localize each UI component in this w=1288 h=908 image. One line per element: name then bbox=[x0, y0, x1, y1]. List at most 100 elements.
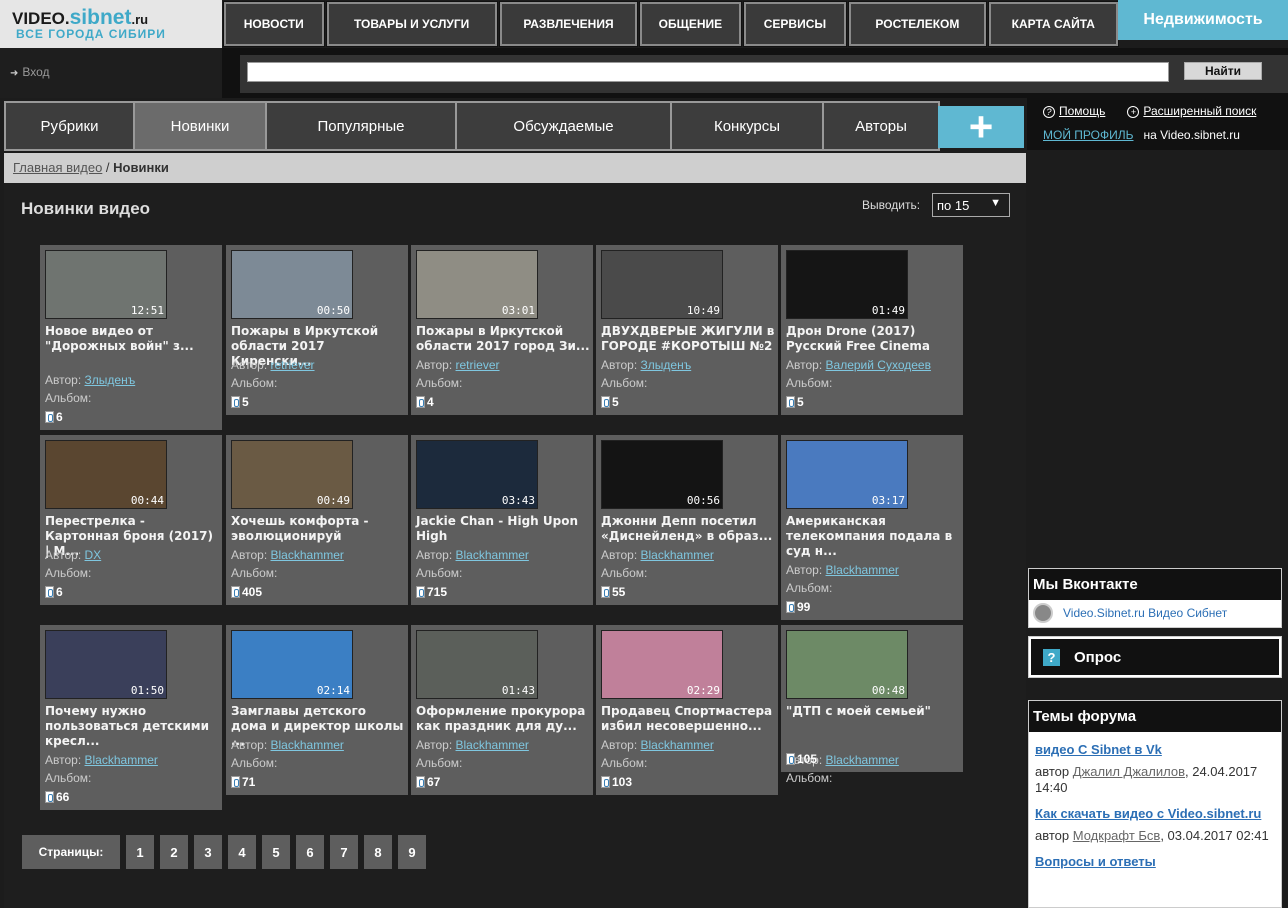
video-title[interactable]: Jackie Chan - High Upon High bbox=[416, 514, 590, 544]
topnav-services[interactable]: СЕРВИСЫ bbox=[742, 1, 848, 47]
video-thumbnail[interactable]: 01:43 bbox=[416, 630, 538, 699]
adv-search-link[interactable]: + Расширенный поиск bbox=[1127, 104, 1256, 118]
video-author-link[interactable]: Blackhammer bbox=[456, 548, 529, 562]
page-link[interactable]: 8 bbox=[364, 835, 392, 869]
topnav-rostelecom[interactable]: РОСТЕЛЕКОМ bbox=[848, 1, 987, 47]
video-title[interactable]: Новое видео от "Дорожных войн" з... bbox=[45, 324, 219, 354]
video-card[interactable]: 02:14 Замглавы детского дома и директор ш… bbox=[226, 625, 408, 795]
video-author-row: Автор: Blackhammer bbox=[231, 738, 344, 752]
forum-author-link[interactable]: Джалил Джалилов bbox=[1073, 764, 1185, 779]
video-author-link[interactable]: Blackhammer bbox=[641, 738, 714, 752]
video-author-link[interactable]: Blackhammer bbox=[85, 753, 158, 767]
help-link[interactable]: ? Помощь bbox=[1043, 104, 1105, 118]
video-author-link[interactable]: Blackhammer bbox=[456, 738, 529, 752]
forum-author-link[interactable]: Модкрафт Бсв bbox=[1073, 828, 1161, 843]
video-title[interactable]: Джонни Депп посетил «Диснейленд» в образ… bbox=[601, 514, 775, 544]
video-title[interactable]: Оформление прокурора как праздник для ду… bbox=[416, 704, 590, 734]
views-icon bbox=[45, 411, 54, 423]
realty-button[interactable]: Недвижимость bbox=[1118, 0, 1288, 40]
video-thumbnail[interactable]: 01:50 bbox=[45, 630, 167, 699]
video-author-link[interactable]: Blackhammer bbox=[826, 563, 899, 577]
poll-widget[interactable]: ? Опрос bbox=[1028, 636, 1282, 678]
tab-discussed[interactable]: Обсуждаемые bbox=[457, 103, 672, 149]
video-card[interactable]: 00:56 Джонни Депп посетил «Диснейленд» в … bbox=[596, 435, 778, 605]
site-logo[interactable]: VIDEO.sibnet.ru ВСЕ ГОРОДА СИБИРИ bbox=[0, 0, 222, 48]
vk-link[interactable]: Video.Sibnet.ru Видео Сибнет bbox=[1029, 600, 1281, 626]
video-thumbnail[interactable]: 00:50 bbox=[231, 250, 353, 319]
forum-topic-link[interactable]: видео С Sibnet в Vk bbox=[1029, 742, 1281, 758]
video-title[interactable]: ДВУХДВЕРЫЕ ЖИГУЛИ в ГОРОДЕ #КОРОТЫШ №2 bbox=[601, 324, 775, 354]
video-author-link[interactable]: retriever bbox=[456, 358, 500, 372]
video-card[interactable]: 01:50 Почему нужно пользоваться детскими … bbox=[40, 625, 222, 810]
video-duration: 00:50 bbox=[316, 304, 350, 317]
video-thumbnail[interactable]: 03:43 bbox=[416, 440, 538, 509]
video-thumbnail[interactable]: 03:01 bbox=[416, 250, 538, 319]
page-link[interactable]: 3 bbox=[194, 835, 222, 869]
topnav-sitemap[interactable]: КАРТА САЙТА bbox=[987, 1, 1120, 47]
video-title[interactable]: Американская телекомпания подала в суд н… bbox=[786, 514, 960, 559]
video-card[interactable]: 10:49 ДВУХДВЕРЫЕ ЖИГУЛИ в ГОРОДЕ #КОРОТЫШ… bbox=[596, 245, 778, 415]
video-card[interactable]: 01:43 Оформление прокурора как праздник д… bbox=[411, 625, 593, 795]
video-card[interactable]: 01:49 Дрон Drone (2017) Русский Free Cine… bbox=[781, 245, 963, 415]
video-card[interactable]: 12:51 Новое видео от "Дорожных войн" з...… bbox=[40, 245, 222, 430]
page-link[interactable]: 6 bbox=[296, 835, 324, 869]
page-link[interactable]: 9 bbox=[398, 835, 426, 869]
video-card[interactable]: 03:01 Пожары в Иркутской области 2017 гор… bbox=[411, 245, 593, 415]
video-thumbnail[interactable]: 02:14 bbox=[231, 630, 353, 699]
video-card[interactable]: 00:44 Перестрелка - Картонная броня (2017… bbox=[40, 435, 222, 605]
video-title[interactable]: "ДТП с моей семьей" bbox=[786, 704, 960, 719]
tab-popular[interactable]: Популярные bbox=[267, 103, 457, 149]
video-thumbnail[interactable]: 00:44 bbox=[45, 440, 167, 509]
video-thumbnail[interactable]: 03:17 bbox=[786, 440, 908, 509]
video-author-link[interactable]: Blackhammer bbox=[641, 548, 714, 562]
add-video-button[interactable]: + bbox=[938, 106, 1024, 148]
video-title[interactable]: Пожары в Иркутской области 2017 город Зи… bbox=[416, 324, 590, 354]
search-input[interactable] bbox=[247, 62, 1169, 82]
topnav-social[interactable]: ОБЩЕНИЕ bbox=[639, 1, 742, 47]
tab-new[interactable]: Новинки bbox=[135, 103, 267, 149]
video-author-link[interactable]: retriever bbox=[271, 358, 315, 372]
video-thumbnail[interactable]: 01:49 bbox=[786, 250, 908, 319]
login-link[interactable]: ➜ Вход bbox=[0, 48, 222, 98]
topnav-entertainment[interactable]: РАЗВЛЕЧЕНИЯ bbox=[498, 1, 639, 47]
video-title[interactable]: Продавец Спортмастера избил несовершенно… bbox=[601, 704, 775, 734]
video-card[interactable]: 03:43 Jackie Chan - High Upon High Автор: … bbox=[411, 435, 593, 605]
page-link[interactable]: 1 bbox=[126, 835, 154, 869]
tab-contests[interactable]: Конкурсы bbox=[672, 103, 824, 149]
topnav-news[interactable]: НОВОСТИ bbox=[223, 1, 325, 47]
topnav-goods[interactable]: ТОВАРЫ И УСЛУГИ bbox=[325, 1, 498, 47]
video-card[interactable]: 00:49 Хочешь комфорта - эволюционируй Авто… bbox=[226, 435, 408, 605]
video-author-link[interactable]: Злыденъ bbox=[641, 358, 692, 372]
video-thumbnail[interactable]: 12:51 bbox=[45, 250, 167, 319]
my-profile-link[interactable]: МОЙ ПРОФИЛЬ bbox=[1043, 128, 1134, 142]
video-author-link[interactable]: Blackhammer bbox=[826, 753, 899, 767]
tab-rubrics[interactable]: Рубрики bbox=[6, 103, 135, 149]
video-thumbnail[interactable]: 02:29 bbox=[601, 630, 723, 699]
video-author-link[interactable]: Blackhammer bbox=[271, 548, 344, 562]
page-link[interactable]: 2 bbox=[160, 835, 188, 869]
video-author-link[interactable]: Злыденъ bbox=[85, 373, 136, 387]
video-title[interactable]: Хочешь комфорта - эволюционируй bbox=[231, 514, 405, 544]
video-author-link[interactable]: Валерий Суходеев bbox=[826, 358, 931, 372]
video-author-link[interactable]: Blackhammer bbox=[271, 738, 344, 752]
forum-topic-link[interactable]: Как скачать видео с Video.sibnet.ru bbox=[1029, 806, 1281, 822]
breadcrumb-home[interactable]: Главная видео bbox=[13, 160, 102, 175]
video-card[interactable]: 02:29 Продавец Спортмастера избил несовер… bbox=[596, 625, 778, 795]
search-button[interactable]: Найти bbox=[1184, 62, 1262, 80]
video-title[interactable]: Дрон Drone (2017) Русский Free Cinema bbox=[786, 324, 960, 354]
page-link[interactable]: 4 bbox=[228, 835, 256, 869]
video-thumbnail[interactable]: 00:49 bbox=[231, 440, 353, 509]
perpage-select[interactable]: по 15 ▼ bbox=[932, 193, 1010, 217]
video-thumbnail[interactable]: 00:48 bbox=[786, 630, 908, 699]
page-link[interactable]: 7 bbox=[330, 835, 358, 869]
video-thumbnail[interactable]: 10:49 bbox=[601, 250, 723, 319]
video-author-link[interactable]: DX bbox=[85, 548, 102, 562]
video-title[interactable]: Почему нужно пользоваться детскими кресл… bbox=[45, 704, 219, 749]
video-thumbnail[interactable]: 00:56 bbox=[601, 440, 723, 509]
tab-authors[interactable]: Авторы bbox=[824, 103, 938, 149]
video-card[interactable]: 00:48 "ДТП с моей семьей" Автор: Blackhamm… bbox=[781, 625, 963, 785]
page-link[interactable]: 5 bbox=[262, 835, 290, 869]
forum-topic-link[interactable]: Вопросы и ответы bbox=[1029, 854, 1281, 870]
video-card[interactable]: 00:50 Пожары в Иркутской области 2017 Кир… bbox=[226, 245, 408, 415]
video-card[interactable]: 03:17 Американская телекомпания подала в … bbox=[781, 435, 963, 620]
